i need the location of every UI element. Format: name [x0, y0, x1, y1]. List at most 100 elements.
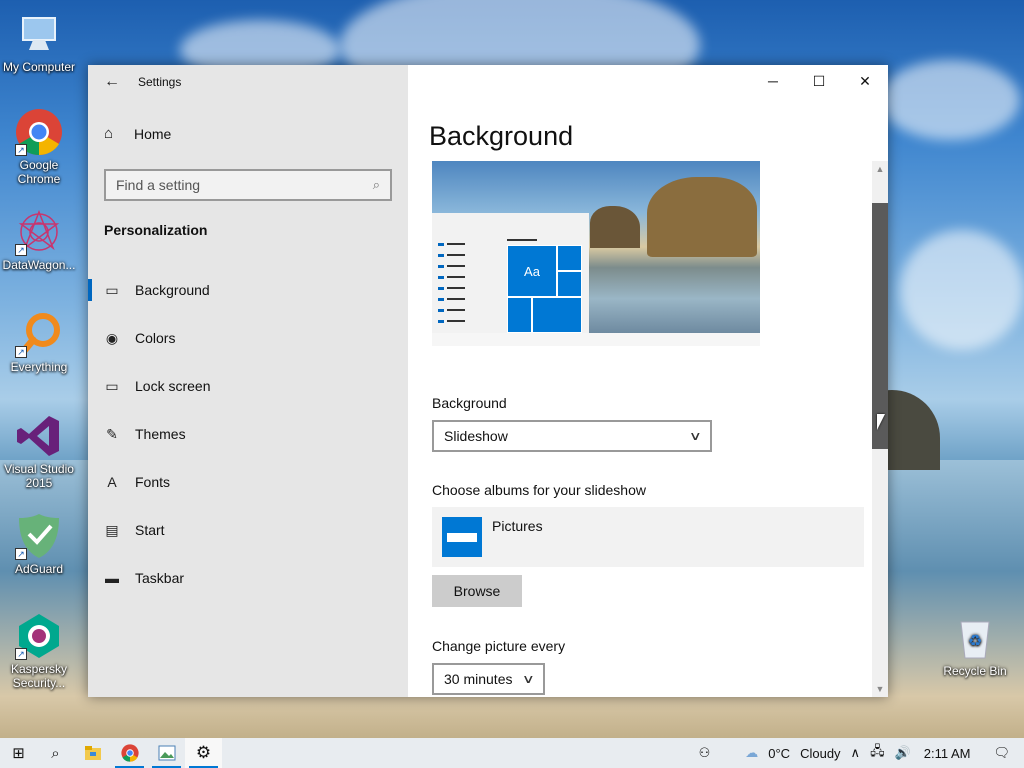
- taskbar-settings[interactable]: ⚙: [185, 738, 222, 768]
- desktop-icon-visual-studio[interactable]: Visual Studio 2015: [0, 412, 78, 490]
- show-hidden-icons-chevron-icon[interactable]: ∧: [851, 745, 861, 761]
- albums-label: Choose albums for your slideshow: [432, 482, 646, 498]
- svg-text:♻: ♻: [968, 633, 982, 650]
- page-title: Background: [429, 121, 574, 151]
- scroll-up-arrow-icon[interactable]: ▲: [872, 161, 888, 177]
- system-tray: ⚇ ☁ 0°C Cloudy ∧ 🖧 🔊 2:11 AM 🗨: [694, 738, 1024, 768]
- search-placeholder: Find a setting: [116, 177, 201, 193]
- recycle-bin-icon: ♻: [951, 614, 999, 662]
- taskbar-search-button[interactable]: ⌕: [37, 738, 74, 768]
- picture-icon: ▭: [105, 281, 119, 298]
- adguard-shield-icon: ↗: [15, 512, 63, 560]
- title-bar: ← Settings: [88, 65, 408, 99]
- settings-window: ← Settings ⌂ Home Find a setting ⌕ Perso…: [88, 65, 888, 697]
- windows-logo-icon: ⊞: [12, 745, 25, 762]
- people-icon[interactable]: ⚇: [699, 745, 711, 761]
- nav-item-label: Colors: [135, 330, 176, 346]
- nav-item-background[interactable]: ▭ Background: [88, 270, 408, 310]
- taskbar: ⊞ ⌕ ⚙ ⚇ ☁ 0°C Cloudy ∧ 🖧 🔊 2:11 AM 🗨: [0, 738, 1024, 768]
- preview-tile-sample: Aa: [507, 245, 557, 297]
- minimize-icon: ─: [768, 73, 778, 89]
- desktop-icon-kaspersky[interactable]: ↗ Kaspersky Security...: [0, 612, 78, 690]
- close-button[interactable]: ✕: [842, 65, 888, 97]
- taskbar-icon: ▬: [105, 570, 119, 586]
- volume-icon[interactable]: 🔊: [895, 745, 911, 761]
- nav-item-label: Start: [135, 522, 165, 538]
- weather-cloud-icon[interactable]: ☁: [745, 745, 758, 761]
- nav-item-lock-screen[interactable]: ▭ Lock screen: [88, 366, 408, 406]
- shortcut-arrow-icon: ↗: [15, 648, 27, 660]
- shortcut-arrow-icon: ↗: [15, 548, 27, 560]
- background-preview: Aa: [432, 161, 760, 346]
- nav-item-colors[interactable]: ◉ Colors: [88, 318, 408, 358]
- nav-item-start[interactable]: ▤ Start: [88, 510, 408, 550]
- home-link[interactable]: ⌂ Home: [104, 125, 171, 142]
- desktop-icon-datawagon[interactable]: ↗ DataWagon...: [0, 208, 78, 272]
- album-item-pictures[interactable]: Pictures: [432, 507, 864, 567]
- close-icon: ✕: [859, 72, 871, 89]
- shortcut-arrow-icon: ↗: [15, 346, 27, 358]
- preview-start-menu: Aa: [432, 213, 589, 333]
- everything-search-icon: ↗: [15, 310, 63, 358]
- start-button[interactable]: ⊞: [0, 738, 37, 768]
- maximize-button[interactable]: ☐: [796, 65, 842, 97]
- desktop-icon-everything[interactable]: ↗ Everything: [0, 310, 78, 374]
- chevron-down-icon: ∨: [522, 672, 536, 686]
- back-arrow-icon: ←: [104, 73, 120, 90]
- taskbar-photos[interactable]: [148, 738, 185, 768]
- nav-item-themes[interactable]: ✎ Themes: [88, 414, 408, 454]
- brush-icon: ✎: [106, 425, 118, 442]
- search-icon: ⌕: [372, 177, 380, 192]
- desktop-icon-label: DataWagon...: [2, 258, 76, 272]
- album-name: Pictures: [492, 518, 543, 534]
- change-interval-dropdown[interactable]: 30 minutes ∨: [432, 663, 545, 695]
- clock[interactable]: 2:11 AM: [924, 746, 971, 761]
- nav-item-label: Taskbar: [135, 570, 185, 586]
- nav-item-label: Background: [135, 282, 210, 298]
- desktop-icon-label: AdGuard: [14, 562, 64, 576]
- taskbar-chrome[interactable]: [111, 738, 148, 768]
- search-icon: ⌕: [51, 744, 60, 762]
- folder-icon: [442, 517, 482, 557]
- back-button[interactable]: ←: [88, 65, 136, 99]
- desktop-icon-google-chrome[interactable]: ↗ Google Chrome: [0, 108, 78, 186]
- font-icon: A: [107, 474, 117, 490]
- maximize-icon: ☐: [812, 72, 826, 89]
- desktop-icon-recycle-bin[interactable]: ♻ Recycle Bin: [936, 614, 1014, 678]
- notifications-icon[interactable]: 🗨: [993, 745, 1010, 761]
- search-input[interactable]: Find a setting ⌕: [104, 169, 392, 201]
- desktop-icon-label: Kaspersky Security...: [10, 662, 68, 690]
- taskbar-file-explorer[interactable]: [74, 738, 111, 768]
- shortcut-arrow-icon: ↗: [15, 144, 27, 156]
- lock-screen-icon: ▭: [105, 377, 119, 394]
- browse-button[interactable]: Browse: [432, 575, 522, 607]
- settings-content-pane: ─ ☐ ✕ Background Aa Background Slideshow…: [408, 65, 888, 697]
- datawagon-icon: ↗: [15, 208, 63, 256]
- chevron-down-icon: ∨: [689, 429, 703, 443]
- scroll-down-arrow-icon[interactable]: ▼: [872, 681, 888, 697]
- weather-temperature[interactable]: 0°C: [768, 746, 790, 761]
- desktop-icon-label: Google Chrome: [17, 158, 61, 186]
- scrollbar-thumb[interactable]: [872, 203, 888, 449]
- nav-item-fonts[interactable]: A Fonts: [88, 462, 408, 502]
- chrome-icon: [120, 744, 139, 762]
- chrome-icon: ↗: [15, 108, 63, 156]
- dropdown-value: 30 minutes: [444, 671, 513, 687]
- weather-condition[interactable]: Cloudy: [800, 746, 840, 761]
- dropdown-value: Slideshow: [444, 428, 508, 444]
- desktop-icon-label: Recycle Bin: [943, 664, 1007, 678]
- background-type-dropdown[interactable]: Slideshow ∨: [432, 420, 712, 452]
- network-icon[interactable]: 🖧: [870, 742, 885, 764]
- background-label: Background: [432, 395, 507, 411]
- computer-icon: [15, 10, 63, 58]
- app-title: Settings: [138, 75, 182, 89]
- desktop-icon-adguard[interactable]: ↗ AdGuard: [0, 512, 78, 576]
- start-menu-icon: ▤: [105, 521, 119, 538]
- visual-studio-icon: [15, 412, 63, 460]
- desktop-icon-my-computer[interactable]: My Computer: [0, 10, 78, 74]
- nav-item-label: Fonts: [135, 474, 171, 490]
- nav-item-taskbar[interactable]: ▬ Taskbar: [88, 558, 408, 598]
- shortcut-arrow-icon: ↗: [15, 244, 27, 256]
- photos-icon: [158, 745, 175, 761]
- minimize-button[interactable]: ─: [750, 65, 796, 97]
